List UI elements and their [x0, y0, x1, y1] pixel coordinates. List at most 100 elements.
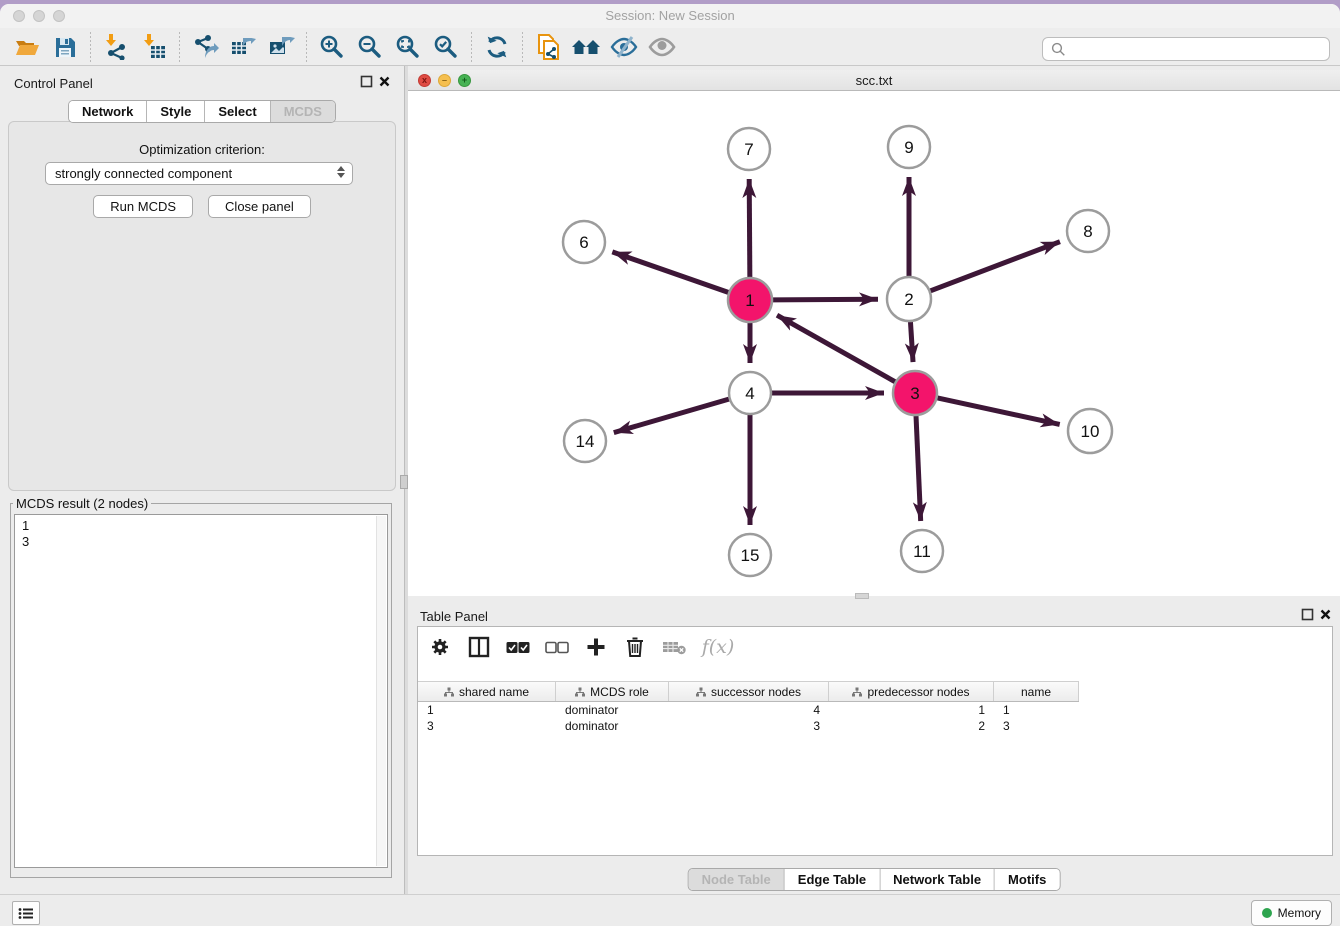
select-all-button[interactable] — [506, 635, 530, 659]
table-cell[interactable]: 1 — [994, 702, 1079, 718]
mcds-result-title: MCDS result (2 nodes) — [13, 496, 151, 511]
result-scrollbar[interactable] — [376, 516, 386, 866]
open-folder-icon — [14, 35, 41, 59]
column-header-name[interactable]: name — [994, 682, 1079, 701]
tab-network-table[interactable]: Network Table — [880, 869, 995, 890]
criterion-select[interactable]: strongly connected component — [45, 162, 353, 185]
edge-3-11[interactable] — [916, 416, 921, 521]
table-settings-button[interactable] — [428, 635, 452, 659]
function-builder-button[interactable]: f(x) — [701, 635, 735, 659]
table-row[interactable]: 1dominator411 — [418, 702, 1331, 718]
split-view-button[interactable] — [467, 635, 491, 659]
node-label: 1 — [745, 291, 754, 310]
tab-node-table[interactable]: Node Table — [689, 869, 785, 890]
close-panel-icon[interactable] — [1319, 608, 1332, 621]
edge-2-3[interactable] — [910, 322, 913, 362]
tab-edge-table[interactable]: Edge Table — [785, 869, 880, 890]
toolbar-separator — [179, 32, 180, 62]
first-neighbors-button[interactable] — [569, 32, 603, 62]
toolbar-separator — [471, 32, 472, 62]
task-history-button[interactable] — [12, 901, 40, 925]
save-icon — [53, 35, 77, 59]
export-image-button[interactable] — [264, 32, 298, 62]
table-row[interactable]: 3dominator323 — [418, 718, 1331, 734]
search-input[interactable] — [1042, 37, 1330, 61]
table-cell[interactable]: 2 — [829, 718, 994, 734]
split-columns-icon — [468, 636, 490, 658]
export-network-icon — [192, 34, 219, 60]
node-label: 7 — [744, 140, 753, 159]
table-cell[interactable]: 4 — [669, 702, 829, 718]
tab-select[interactable]: Select — [205, 101, 270, 122]
tab-style[interactable]: Style — [147, 101, 205, 122]
node-label: 14 — [576, 432, 595, 451]
open-session-button[interactable] — [10, 32, 44, 62]
import-table-button[interactable] — [137, 32, 171, 62]
network-canvas[interactable]: 7968124314101511 — [408, 91, 1340, 596]
table-cell[interactable]: 3 — [418, 718, 556, 734]
add-row-button[interactable] — [584, 635, 608, 659]
divider-handle[interactable] — [400, 475, 408, 489]
edge-3-1[interactable] — [777, 315, 895, 381]
edge-3-10[interactable] — [937, 398, 1059, 425]
edge-2-8[interactable] — [931, 242, 1060, 291]
float-panel-icon[interactable] — [360, 75, 373, 88]
table-cell[interactable]: 1 — [418, 702, 556, 718]
export-table-button[interactable] — [226, 32, 260, 62]
close-panel-button[interactable]: Close panel — [208, 195, 311, 218]
mcds-tab-content: Optimization criterion: strongly connect… — [8, 121, 396, 491]
column-header-successor-nodes[interactable]: successor nodes — [669, 682, 829, 701]
close-panel-icon[interactable] — [378, 75, 391, 88]
memory-button[interactable]: Memory — [1251, 900, 1332, 926]
import-network-button[interactable] — [99, 32, 133, 62]
column-header-MCDS-role[interactable]: MCDS role — [556, 682, 669, 701]
float-panel-icon[interactable] — [1301, 608, 1314, 621]
criterion-value: strongly connected component — [55, 166, 232, 181]
window-title: Session: New Session — [0, 8, 1340, 23]
zoom-fit-button[interactable] — [391, 32, 425, 62]
tab-network[interactable]: Network — [69, 101, 147, 122]
refresh-button[interactable] — [480, 32, 514, 62]
checked-boxes-icon — [506, 641, 530, 654]
zoom-out-button[interactable] — [353, 32, 387, 62]
table-cell[interactable]: dominator — [556, 702, 669, 718]
table-delete-icon — [662, 639, 686, 655]
column-header-shared-name[interactable]: shared name — [418, 682, 556, 701]
clone-network-button[interactable] — [531, 32, 565, 62]
delete-row-button[interactable] — [623, 635, 647, 659]
tab-mcds[interactable]: MCDS — [271, 101, 335, 122]
show-all-button[interactable] — [645, 32, 679, 62]
zoom-selected-button[interactable] — [429, 32, 463, 62]
zoom-in-button[interactable] — [315, 32, 349, 62]
table-cell[interactable]: 3 — [669, 718, 829, 734]
mcds-result-text[interactable]: 13 — [14, 514, 388, 868]
tab-motifs[interactable]: Motifs — [995, 869, 1059, 890]
hide-selected-button[interactable] — [607, 32, 641, 62]
deselect-all-button[interactable] — [545, 635, 569, 659]
delete-table-button[interactable] — [662, 635, 686, 659]
column-header-predecessor-nodes[interactable]: predecessor nodes — [829, 682, 994, 701]
export-network-button[interactable] — [188, 32, 222, 62]
zoom-fit-icon — [395, 34, 421, 60]
edge-1-7[interactable] — [749, 179, 750, 277]
table-cell[interactable]: 1 — [829, 702, 994, 718]
select-stepper-icon — [337, 166, 345, 178]
edge-1-6[interactable] — [612, 252, 728, 293]
table-header-row: shared nameMCDS rolesuccessor nodesprede… — [418, 681, 1079, 702]
column-type-icon — [852, 687, 862, 697]
run-mcds-button[interactable]: Run MCDS — [93, 195, 193, 218]
network-graph[interactable]: 7968124314101511 — [408, 91, 1340, 596]
toolbar-separator — [306, 32, 307, 62]
control-panel-title: Control Panel — [14, 76, 93, 91]
eye-icon — [648, 35, 676, 59]
node-label: 4 — [745, 384, 754, 403]
network-window-titlebar: x – + scc.txt — [408, 70, 1340, 91]
table-cell[interactable]: dominator — [556, 718, 669, 734]
edge-1-2[interactable] — [773, 299, 878, 300]
table-cell[interactable]: 3 — [994, 718, 1079, 734]
zoom-selected-icon — [433, 34, 459, 60]
gear-icon — [430, 637, 450, 657]
list-icon — [18, 907, 34, 920]
edge-4-14[interactable] — [614, 399, 729, 432]
save-session-button[interactable] — [48, 32, 82, 62]
